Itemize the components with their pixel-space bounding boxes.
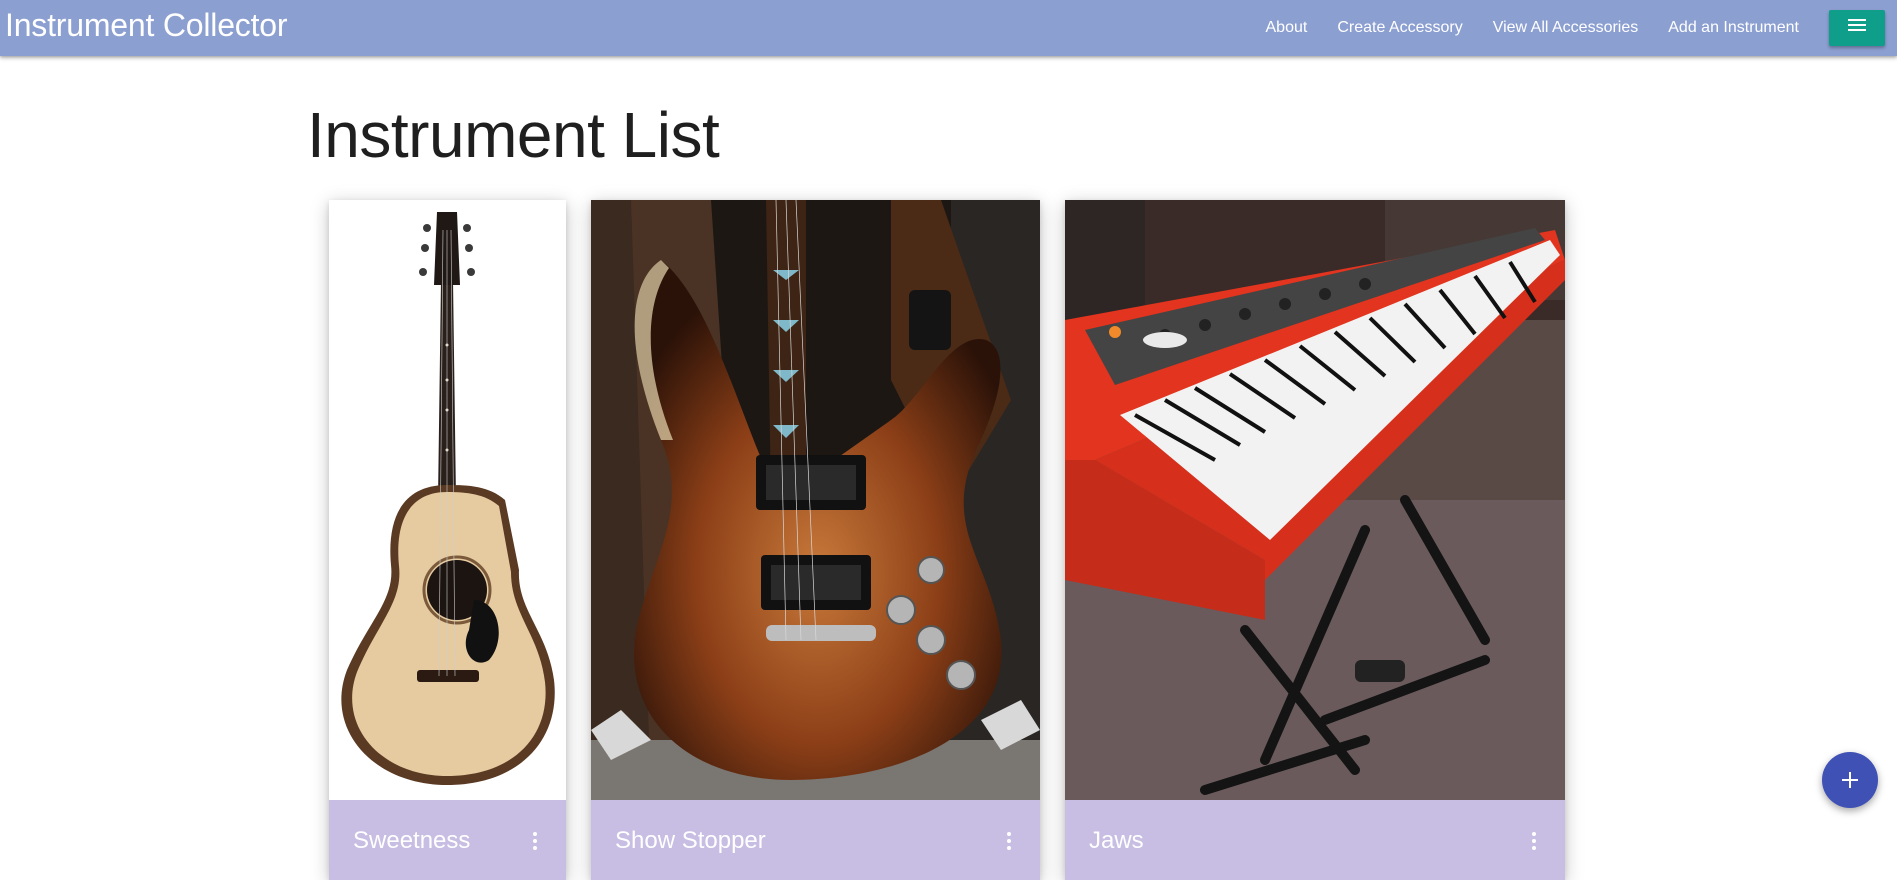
card-footer: Show Stopper [591,800,1040,880]
acoustic-guitar-photo[interactable] [329,200,566,800]
nav-link-create-accessory[interactable]: Create Accessory [1337,19,1462,37]
menu-button[interactable] [1829,10,1885,46]
nav-link-add-instrument[interactable]: Add an Instrument [1668,19,1799,37]
more-vert-icon[interactable] [1529,832,1539,856]
brand-logo-link[interactable]: Instrument Collector [5,8,287,42]
more-vert-icon[interactable] [1004,832,1014,856]
plus-icon [1842,772,1858,788]
more-vert-icon[interactable] [530,832,540,856]
nav-links: About Create Accessory View All Accessor… [1236,0,1897,56]
card-footer: Sweetness [329,800,566,880]
instrument-card[interactable]: Sweetness [329,200,566,880]
instrument-card[interactable]: Jaws [1065,200,1565,880]
nav-link-view-all-accessories[interactable]: View All Accessories [1493,19,1639,37]
card-footer: Jaws [1065,800,1565,880]
instrument-card[interactable]: Show Stopper [591,200,1040,880]
red-stage-piano-photo[interactable] [1065,200,1565,800]
card-title[interactable]: Show Stopper [615,827,766,855]
card-title[interactable]: Sweetness [353,827,470,855]
nav-link-about[interactable]: About [1266,19,1308,37]
card-title[interactable]: Jaws [1089,827,1144,855]
hamburger-menu-icon [1848,18,1866,32]
top-navbar: Instrument Collector About Create Access… [0,0,1897,56]
electric-guitar-photo[interactable] [591,200,1040,800]
add-instrument-fab[interactable] [1822,752,1878,808]
page-title: Instrument List [307,100,719,170]
